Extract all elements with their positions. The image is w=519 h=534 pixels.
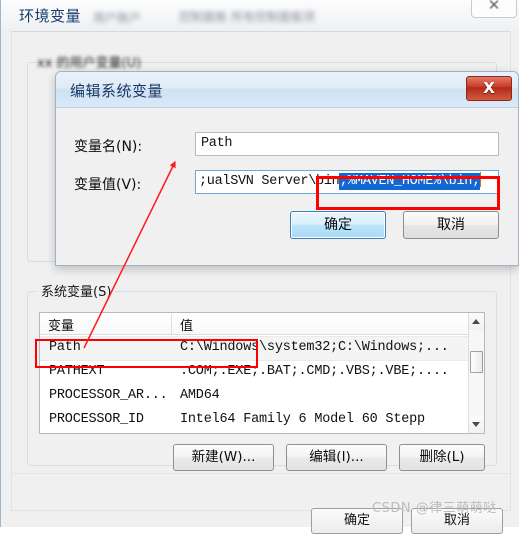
system-variables-list[interactable]: 变量 值 Path C:\Windows\system32;C:\Windows… [39, 312, 485, 434]
table-row[interactable]: PROCESSOR_ID Intel64 Family 6 Model 60 S… [40, 409, 470, 433]
chevron-up-icon [472, 319, 480, 324]
cell-variable-name: PATHEXT [49, 364, 105, 379]
close-icon: ✕ [487, 0, 501, 14]
edit-system-variable-dialog: 编辑系统变量 X 变量名(N): Path 变量值(V): ;ualSVN Se… [55, 71, 519, 266]
variable-value-label: 变量值(V): [74, 177, 142, 193]
outer-titlebar: 环境变量 用户账户 控制面板 所有控制面板项 ✕ [1, 0, 519, 30]
close-icon: X [483, 79, 495, 97]
blurred-text-2: 控制面板 所有控制面板项 [179, 10, 315, 24]
table-row[interactable]: PROCESSOR_AR... AMD64 [40, 385, 470, 410]
dialog-title: 编辑系统变量 [70, 82, 164, 100]
outer-window-title: 环境变量 [19, 7, 82, 25]
chevron-down-icon [472, 422, 480, 427]
cell-variable-name: PROCESSOR_AR... [49, 388, 168, 403]
dialog-close-button[interactable]: X [466, 76, 512, 101]
scroll-down-button[interactable] [469, 416, 484, 433]
scrollbar-thumb[interactable] [470, 351, 483, 373]
delete-variable-button[interactable]: 删除(L) [399, 444, 485, 471]
cell-variable-name: PROCESSOR_ID [49, 412, 144, 427]
cell-variable-value: .COM;.EXE;.BAT;.CMD;.VBS;.VBE;.... [180, 364, 449, 379]
list-header: 变量 值 [40, 313, 470, 335]
watermark: CSDN @律三萌萌哒 [372, 501, 497, 516]
system-variables-group-label: 系统变量(S) [37, 281, 116, 300]
dialog-titlebar: 编辑系统变量 X [56, 72, 518, 108]
table-row[interactable]: PATHEXT .COM;.EXE;.BAT;.CMD;.VBS;.VBE;..… [40, 361, 470, 386]
table-row[interactable]: Path C:\Windows\system32;C:\Windows;... [40, 336, 470, 361]
cell-variable-value: C:\Windows\system32;C:\Windows;... [180, 340, 449, 355]
value-prefix-text: ;ualSVN Server\bin [199, 174, 340, 189]
dialog-cancel-button[interactable]: 取消 [403, 211, 499, 239]
text-caret [479, 172, 481, 187]
edit-variable-button[interactable]: 编辑(I)... [286, 444, 387, 471]
blurred-text-1: 用户账户 [93, 11, 142, 25]
footer-separator [11, 473, 511, 474]
cell-variable-value: AMD64 [180, 388, 220, 403]
column-divider [171, 314, 172, 334]
dialog-body: 变量名(N): Path 变量值(V): ;ualSVN Server\bin;… [56, 108, 518, 265]
list-scrollbar[interactable] [468, 313, 484, 433]
cell-variable-value: Intel64 Family 6 Model 60 Stepp [180, 412, 425, 427]
variable-value-input[interactable]: ;ualSVN Server\bin;%MAVEN_HOME%\bin; [195, 170, 499, 194]
column-header-value[interactable]: 值 [180, 315, 193, 334]
system-variables-buttons: 新建(W)... 编辑(I)... 删除(L) [39, 444, 485, 474]
new-variable-button[interactable]: 新建(W)... [173, 444, 274, 471]
dialog-ok-button[interactable]: 确定 [290, 211, 386, 239]
value-selected-text: ;%MAVEN_HOME%\bin; [339, 173, 480, 190]
user-variables-group-label: xx 的用户变量(U) [37, 56, 142, 71]
column-header-variable[interactable]: 变量 [48, 315, 74, 334]
cell-variable-name: Path [49, 340, 81, 355]
scroll-up-button[interactable] [469, 313, 484, 330]
variable-name-input[interactable]: Path [195, 132, 499, 156]
variable-name-label: 变量名(N): [74, 139, 143, 155]
outer-close-button[interactable]: ✕ [471, 0, 517, 18]
